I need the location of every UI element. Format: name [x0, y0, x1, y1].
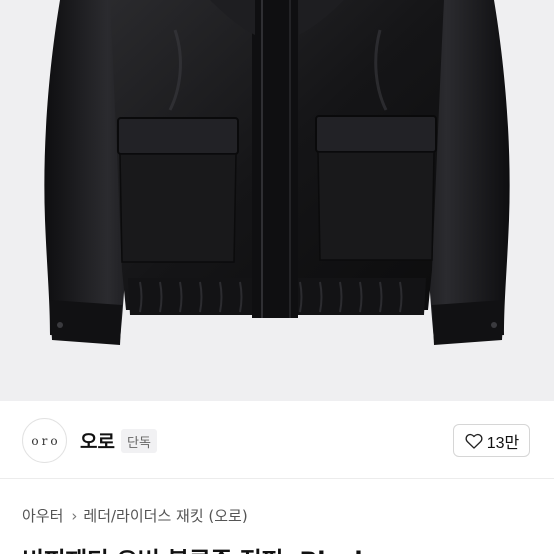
product-title: 비피재디 오버 블루종 점퍼, Black [22, 541, 370, 554]
like-button[interactable]: 13만 [453, 424, 530, 457]
breadcrumb-category[interactable]: 아우터 [22, 505, 63, 526]
breadcrumb: 아우터 › 레더/라이더스 재킷 (오로) [22, 505, 248, 526]
exclusive-badge: 단독 [121, 429, 157, 453]
like-count: 13만 [486, 434, 520, 452]
product-image[interactable] [0, 0, 554, 401]
jacket-illustration [44, 0, 510, 345]
brand-logo[interactable]: oro [22, 418, 67, 463]
brand-name[interactable]: 오로 [80, 427, 115, 454]
brand-logo-text: oro [31, 433, 61, 448]
breadcrumb-subcategory[interactable]: 레더/라이더스 재킷 (오로) [83, 505, 247, 526]
divider [0, 478, 554, 479]
heart-icon [465, 433, 483, 449]
chevron-right-icon: › [71, 506, 78, 525]
